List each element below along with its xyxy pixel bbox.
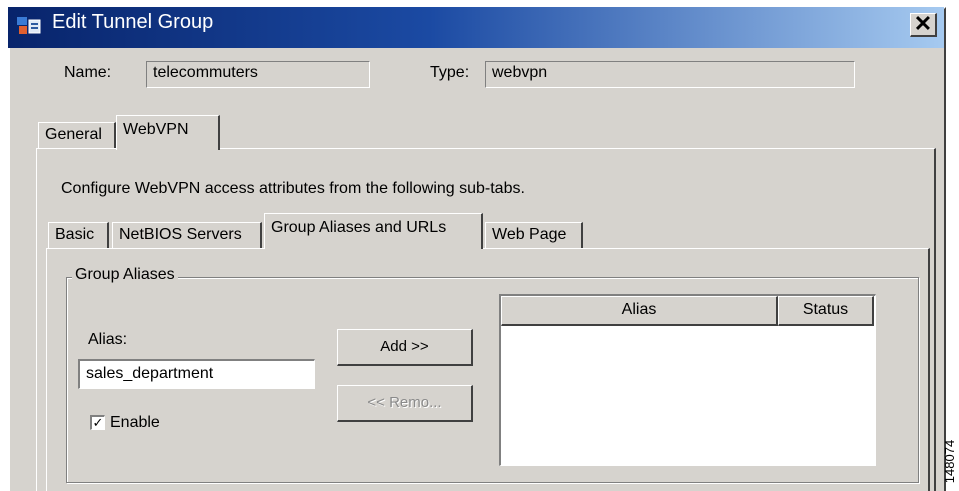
close-button[interactable]: ✕ [910, 13, 937, 37]
subtab-group-aliases-label: Group Aliases and URLs [271, 219, 447, 236]
subtab-netbios-servers[interactable]: NetBIOS Servers [112, 222, 262, 248]
subtab-basic-label: Basic [55, 226, 95, 243]
alias-table[interactable]: Alias Status [499, 294, 876, 466]
name-label: Name: [64, 64, 112, 81]
subtab-netbios-label: NetBIOS Servers [119, 226, 242, 243]
app-icon [17, 17, 41, 34]
alias-column-header[interactable]: Alias [501, 296, 778, 326]
alias-input[interactable]: sales_department [78, 359, 315, 389]
enable-checkbox[interactable]: ✓ [90, 415, 105, 430]
type-label: Type: [430, 64, 470, 81]
window-title: Edit Tunnel Group [52, 11, 214, 33]
subtab-web-page-label: Web Page [492, 226, 567, 243]
close-icon: ✕ [913, 11, 933, 36]
name-field: telecommuters [146, 61, 370, 88]
webvpn-description: Configure WebVPN access attributes from … [61, 180, 525, 197]
subtab-basic[interactable]: Basic [48, 222, 109, 248]
subtab-group-aliases-urls[interactable]: Group Aliases and URLs [264, 213, 483, 249]
tab-webvpn[interactable]: WebVPN [116, 115, 220, 150]
remove-button[interactable]: << Remo... [337, 385, 473, 422]
enable-label: Enable [110, 414, 160, 431]
subtab-web-page[interactable]: Web Page [485, 222, 583, 248]
alias-label: Alias: [88, 331, 128, 348]
add-button[interactable]: Add >> [337, 329, 473, 366]
tab-webvpn-label: WebVPN [123, 121, 189, 138]
checkbox-check-icon: ✓ [92, 415, 104, 430]
status-column-header[interactable]: Status [778, 296, 874, 326]
tab-general[interactable]: General [38, 122, 116, 148]
figure-id: 148074 [942, 439, 958, 484]
tab-general-label: General [45, 126, 102, 143]
type-field: webvpn [485, 61, 855, 88]
group-aliases-legend: Group Aliases [72, 266, 178, 284]
